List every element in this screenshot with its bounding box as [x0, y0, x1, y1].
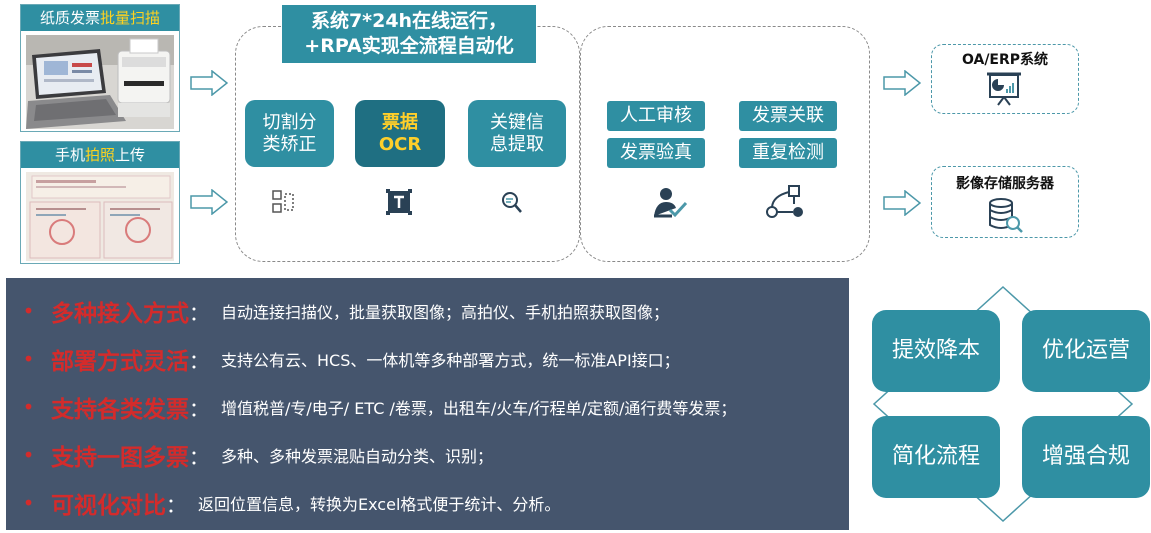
step-key-info: 关键信 息提取	[468, 100, 566, 167]
feature-title: 多种接入方式	[51, 301, 189, 327]
input-panel-phone: 手机拍照上传	[20, 141, 180, 264]
text-recognition-icon	[386, 189, 412, 215]
feature-title: 可视化对比	[51, 493, 166, 519]
presentation-chart-icon	[987, 72, 1021, 106]
feature-title: 支持各类发票	[51, 397, 189, 423]
arrow-right-icon	[883, 70, 921, 96]
invoice-photo	[26, 172, 174, 261]
invoice-image	[26, 172, 174, 261]
arrow-right-icon	[190, 189, 228, 215]
input-panel-scan: 纸质发票批量扫描	[20, 4, 180, 132]
input-title-phone: 手机拍照上传	[21, 142, 179, 168]
step-split-correct: 切割分 类矫正	[245, 100, 334, 167]
scanner-photo	[26, 35, 174, 129]
benefit-compliance: 增强合规	[1022, 416, 1150, 498]
benefit-operations: 优化运营	[1022, 310, 1150, 392]
step-ocr: 票据 OCR	[355, 100, 445, 167]
database-search-icon	[989, 198, 1023, 233]
destination-image-server: 影像存储服务器	[931, 166, 1079, 238]
pill-invoice-link: 发票关联	[739, 101, 837, 131]
benefit-simplify-process: 简化流程	[872, 416, 1000, 498]
pill-duplicate-check: 重复检测	[739, 138, 837, 168]
feature-item: • 部署方式灵活 ： 支持公有云、HCS、一体机等多种部署方式，统一标准API接…	[6, 339, 680, 379]
feature-list: • 多种接入方式 ： 自动连接扫描仪，批量获取图像；高拍仪、手机拍照获取图像； …	[6, 278, 849, 530]
pill-manual-review: 人工审核	[607, 101, 705, 131]
scanner-image	[26, 35, 174, 129]
input-title-scan: 纸质发票批量扫描	[21, 5, 179, 31]
feature-item: • 可视化对比 ： 返回位置信息，转换为Excel格式便于统计、分析。	[6, 483, 561, 523]
feature-item: • 多种接入方式 ： 自动连接扫描仪，批量获取图像；高拍仪、手机拍照获取图像；	[6, 291, 669, 331]
pill-invoice-verify: 发票验真	[607, 138, 705, 168]
feature-title: 部署方式灵活	[51, 349, 189, 375]
destination-label: OA/ERP系统	[961, 52, 1049, 68]
feature-title: 支持一图多票	[51, 445, 189, 471]
feature-text: 自动连接扫描仪，批量获取图像；高拍仪、手机拍照获取图像；	[221, 303, 670, 322]
arrow-right-icon	[190, 70, 228, 96]
arrow-right-icon	[883, 190, 921, 216]
search-extract-icon	[502, 192, 522, 213]
feature-text: 支持公有云、HCS、一体机等多种部署方式，统一标准API接口；	[221, 351, 680, 370]
feature-text: 增值税普/专/电子/ ETC /卷票，出租车/火车/行程单/定额/通行费等发票；	[221, 399, 737, 418]
process-headline: 系统7*24h在线运行， +RPA实现全流程自动化	[282, 5, 536, 63]
split-icon	[272, 190, 294, 213]
reviewer-check-icon	[654, 188, 688, 218]
destination-oa-erp: OA/ERP系统	[931, 44, 1079, 114]
feature-item: • 支持各类发票 ： 增值税普/专/电子/ ETC /卷票，出租车/火车/行程单…	[6, 387, 737, 427]
feature-text: 返回位置信息，转换为Excel格式便于统计、分析。	[198, 495, 561, 514]
benefit-cost-efficiency: 提效降本	[872, 310, 1000, 392]
feature-text: 多种、多种发票混贴自动分类、识别；	[221, 447, 494, 466]
workflow-icon	[766, 185, 803, 218]
destination-label: 影像存储服务器	[956, 176, 1054, 192]
feature-item: • 支持一图多票 ： 多种、多种发票混贴自动分类、识别；	[6, 435, 493, 475]
